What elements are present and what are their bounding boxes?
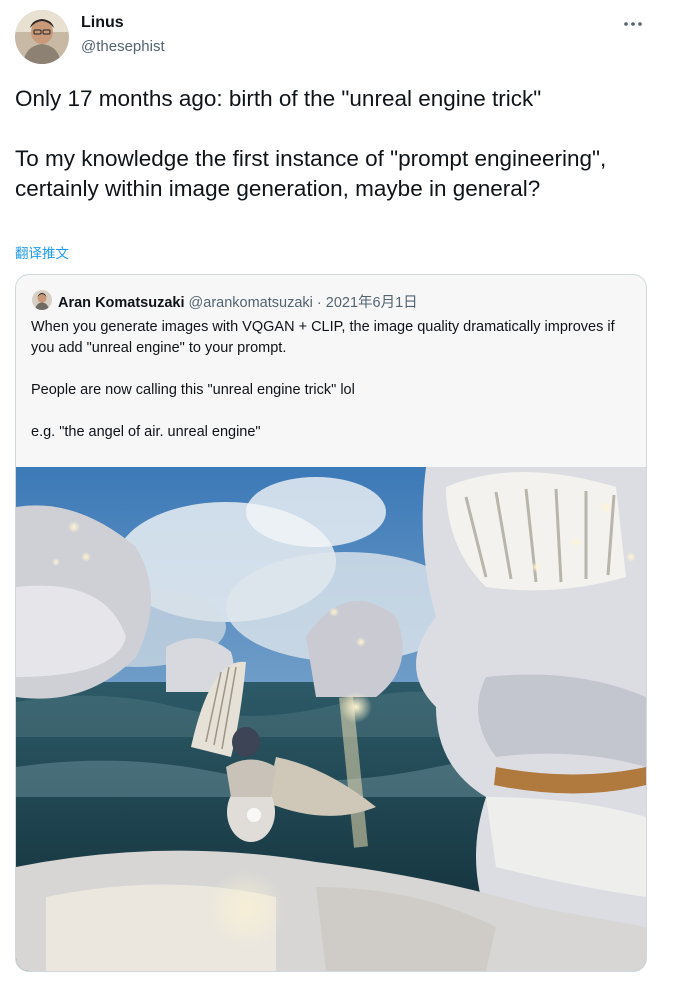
- more-horizontal-icon: [624, 22, 642, 26]
- angel-of-air-image: [16, 467, 646, 971]
- more-options-button[interactable]: [618, 14, 648, 34]
- meta-separator: ·: [312, 295, 326, 311]
- quoted-paragraph: People are now calling this "unreal engi…: [31, 382, 355, 398]
- quoted-paragraph: e.g. "the angel of air. unreal engine": [31, 424, 261, 440]
- quoted-tweet-text: When you generate images with VQGAN + CL…: [31, 317, 631, 443]
- author-handle[interactable]: @thesephist: [81, 38, 165, 55]
- avatar-image: [32, 290, 52, 310]
- tweet-text: Only 17 months ago: birth of the "unreal…: [15, 86, 607, 201]
- quoted-tweet-date: 2021年6月1日: [325, 295, 418, 311]
- quoted-author-avatar: [32, 290, 52, 310]
- quoted-author-name: Aran Komatsuzaki: [58, 295, 185, 311]
- quoted-author-handle: @arankomatsuzaki: [188, 295, 313, 311]
- quoted-tweet-card[interactable]: Aran Komatsuzaki @arankomatsuzaki · 2021…: [15, 274, 647, 972]
- author-avatar[interactable]: [15, 10, 69, 64]
- translate-tweet-link[interactable]: 翻译推文: [15, 242, 69, 262]
- avatar-image: [15, 10, 69, 64]
- quoted-tweet-header: Aran Komatsuzaki @arankomatsuzaki · 2021…: [58, 291, 418, 312]
- quoted-tweet-image[interactable]: [16, 467, 646, 971]
- quoted-paragraph: When you generate images with VQGAN + CL…: [31, 319, 615, 356]
- author-name[interactable]: Linus: [81, 14, 124, 32]
